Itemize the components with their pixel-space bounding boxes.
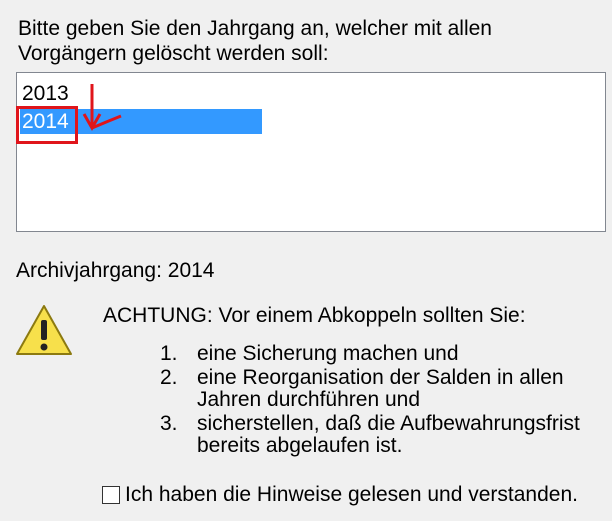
archive-value: 2014	[167, 259, 215, 282]
archive-year: Archivjahrgang: 2014	[16, 259, 214, 283]
consent-checkbox[interactable]: Ich haben die Hinweise gelesen und verst…	[102, 483, 578, 507]
highlight-box	[16, 106, 78, 144]
archive-label: Archivjahrgang:	[16, 259, 162, 282]
step-number: 2.	[160, 366, 178, 389]
step-item: 3. sicherstellen, daß die Aufbewahrungsf…	[160, 413, 580, 457]
prompt-line-2: Vorgängern gelöscht werden soll:	[18, 42, 329, 65]
step-item: 2. eine Reorganisation der Salden in all…	[160, 367, 580, 411]
step-text-line: bereits abgelaufen ist.	[197, 434, 403, 457]
prompt-text: Bitte geben Sie den Jahrgang an, welcher…	[18, 16, 492, 66]
step-text-line: eine Sicherung machen und	[197, 342, 459, 365]
step-number: 3.	[160, 412, 178, 435]
prompt-line-1: Bitte geben Sie den Jahrgang an, welcher…	[18, 17, 492, 40]
step-item: 1. eine Sicherung machen und	[160, 343, 580, 365]
list-item-2013[interactable]: 2013	[20, 81, 69, 106]
checkbox-box[interactable]	[102, 486, 120, 504]
step-text-line: Jahren durchführen und	[197, 388, 420, 411]
step-text-line: sicherstellen, daß die Aufbewahrungsfris…	[197, 412, 580, 435]
step-number: 1.	[160, 342, 178, 365]
consent-label[interactable]: Ich haben die Hinweise gelesen und verst…	[125, 483, 578, 507]
step-text-line: eine Reorganisation der Salden in allen	[197, 366, 564, 389]
warning-icon	[16, 305, 72, 355]
annotation-arrow-icon	[82, 84, 122, 132]
warning-steps: 1. eine Sicherung machen und 2. eine Reo…	[160, 343, 580, 459]
warning-title: ACHTUNG: Vor einem Abkoppeln sollten Sie…	[103, 304, 526, 327]
